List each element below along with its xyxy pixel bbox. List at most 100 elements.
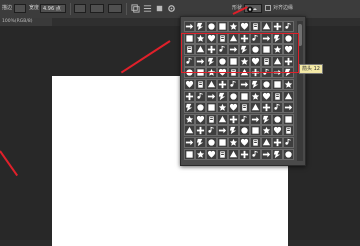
shape-cell[interactable] [250,102,261,114]
shape-cell[interactable] [272,113,283,125]
gear-icon[interactable] [167,4,176,13]
shape-cell[interactable] [217,148,228,160]
shape-cell[interactable] [206,137,217,148]
shape-icon [285,116,292,123]
shape-icon [229,127,237,135]
shape-cell[interactable] [217,113,228,125]
shape-cell[interactable] [250,21,261,32]
shape-cell[interactable] [239,102,250,114]
checkbox-icon[interactable] [265,5,271,11]
shape-cell[interactable] [261,102,272,114]
shape-cell[interactable] [283,148,294,160]
shape-cell[interactable] [272,90,283,102]
shape-cell[interactable] [283,90,294,102]
shape-cell[interactable] [283,21,294,32]
shape-cell[interactable] [228,102,239,114]
align-icon[interactable] [143,4,152,13]
shape-icon [196,115,205,123]
shape-cell[interactable] [250,137,261,148]
shape-cell[interactable] [261,21,272,32]
shape-cell[interactable] [184,79,195,90]
shape-cell[interactable] [217,79,228,90]
shape-cell[interactable] [184,148,195,160]
shape-cell[interactable] [239,125,250,137]
shape-cell[interactable] [283,113,294,125]
shape-cell[interactable] [239,137,250,148]
shape-cell[interactable] [228,113,239,125]
shape-cell[interactable] [206,21,217,32]
shape-cell[interactable] [250,113,261,125]
shape-cell[interactable] [195,137,206,148]
shape-cell[interactable] [228,125,239,137]
shape-cell[interactable] [250,90,261,102]
shape-cell[interactable] [228,90,239,102]
shape-icon [208,115,215,124]
shape-cell[interactable] [228,21,239,32]
shape-cell[interactable] [206,102,217,114]
arrange-icon[interactable] [155,4,164,13]
shape-cell[interactable] [283,79,294,90]
shape-icon [218,92,226,100]
shape-cell[interactable] [272,148,283,160]
shape-cell[interactable] [261,125,272,137]
shape-cell[interactable] [228,148,239,160]
width-field[interactable]: 4.96 点 [40,4,66,13]
stroke-swatch[interactable] [14,4,26,13]
shape-cell[interactable] [239,90,250,102]
shape-cell[interactable] [206,79,217,90]
shape-cell[interactable] [206,113,217,125]
shape-cell[interactable] [217,90,228,102]
shape-cell[interactable] [217,137,228,148]
shape-cell[interactable] [184,125,195,137]
shape-cell[interactable] [206,90,217,102]
shape-cell[interactable] [217,21,228,32]
shape-cell[interactable] [195,90,206,102]
shape-cell[interactable] [206,148,217,160]
shape-cell[interactable] [228,79,239,90]
shape-cell[interactable] [195,113,206,125]
document-tab[interactable]: 100%(RGB/8) [0,18,52,26]
shape-cell[interactable] [261,148,272,160]
shape-cell[interactable] [283,137,294,148]
shape-cell[interactable] [272,137,283,148]
shape-cell[interactable] [195,148,206,160]
shape-cell[interactable] [184,102,195,114]
shape-icon [208,127,214,134]
shape-cell[interactable] [261,90,272,102]
shape-cell[interactable] [272,79,283,90]
shape-cell[interactable] [184,137,195,148]
shape-cell[interactable] [195,79,206,90]
shape-cell[interactable] [239,148,250,160]
shape-cell[interactable] [272,102,283,114]
shape-cell[interactable] [261,113,272,125]
shape-cell[interactable] [261,137,272,148]
shape-cell[interactable] [239,113,250,125]
shape-cell[interactable] [195,125,206,137]
shape-cell[interactable] [195,102,206,114]
width-height-field[interactable] [90,4,104,13]
shape-icon [262,151,271,157]
shape-cell[interactable] [217,125,228,137]
shape-cell[interactable] [250,79,261,90]
shape-cell[interactable] [184,90,195,102]
shape-cell[interactable] [250,148,261,160]
shape-icon [229,22,238,30]
shape-cell[interactable] [272,125,283,137]
stroke-type-dropdown[interactable] [74,4,86,13]
height-field[interactable] [108,4,122,13]
shape-cell[interactable] [184,113,195,125]
path-ops-icon[interactable] [131,4,140,13]
shape-cell[interactable] [195,21,206,32]
shape-cell[interactable] [283,102,294,114]
shape-cell[interactable] [272,21,283,32]
shape-cell[interactable] [239,79,250,90]
shape-cell[interactable] [228,137,239,148]
shape-icon [218,115,227,122]
shape-cell[interactable] [184,21,195,32]
shape-cell[interactable] [206,125,217,137]
shape-cell[interactable] [239,21,250,32]
shape-cell[interactable] [217,102,228,114]
shape-cell[interactable] [283,125,294,137]
shape-cell[interactable] [261,79,272,90]
shape-cell[interactable] [250,125,261,137]
